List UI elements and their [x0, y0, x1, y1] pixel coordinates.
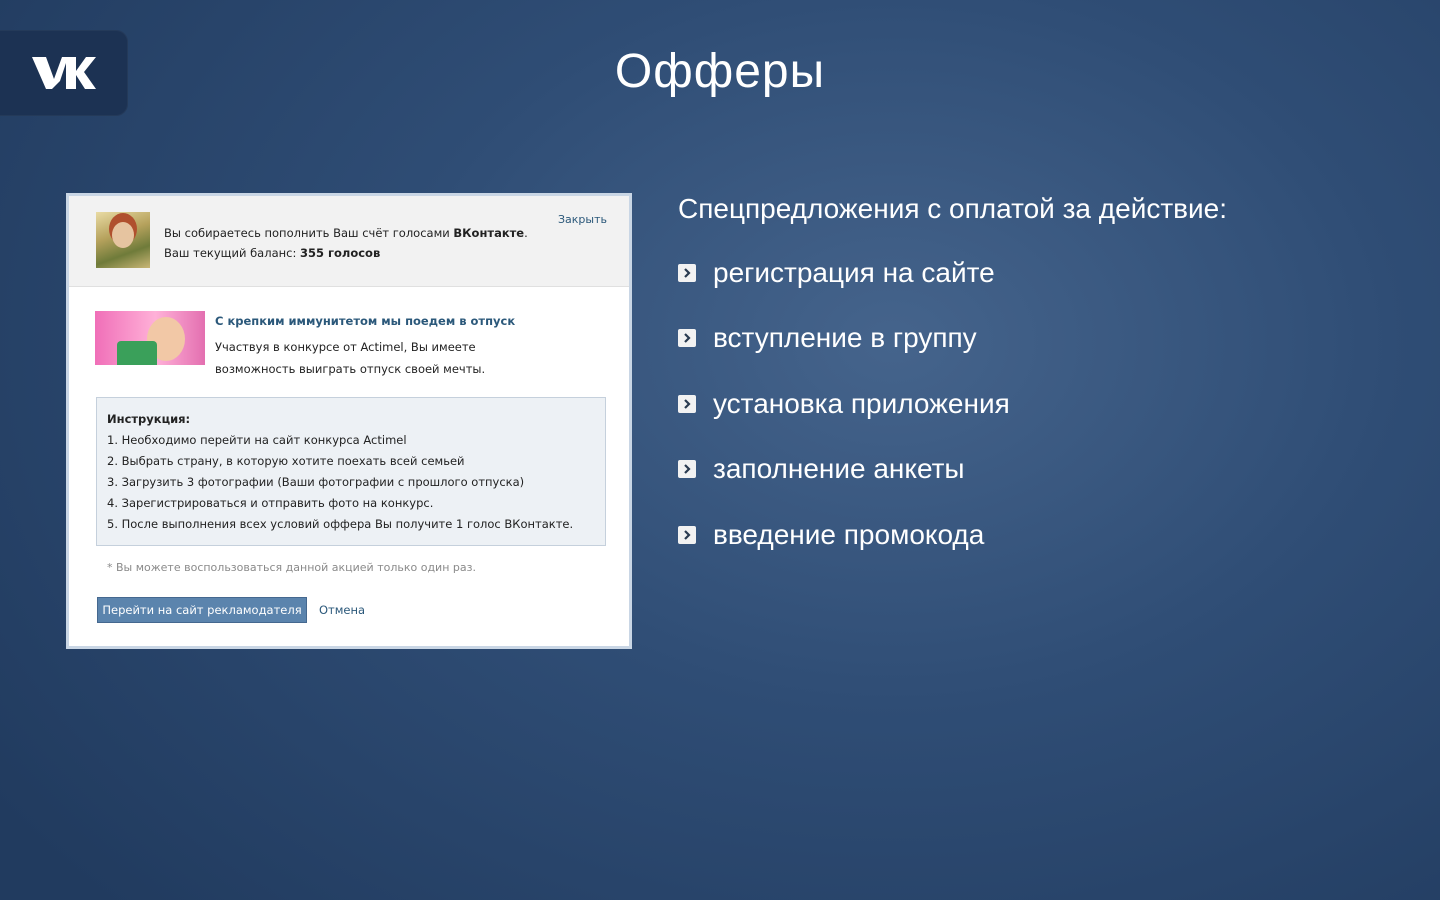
- balance-value: 355 голосов: [299, 246, 381, 260]
- topup-text: Вы собираетесь пополнить Ваш счёт голоса…: [164, 226, 454, 240]
- list-item-label: регистрация на сайте: [713, 256, 995, 288]
- slide-title: Офферы: [614, 45, 826, 98]
- offer-description: Участвуя в конкурсе от Actimel, Вы имеет…: [215, 340, 486, 376]
- instruction-step: 4. Зарегистрироваться и отправить фото н…: [107, 496, 434, 510]
- list-item-label: вступление в группу: [713, 322, 977, 354]
- balance-info: Вы собираетесь пополнить Ваш счёт голоса…: [164, 223, 528, 263]
- balance-label: Ваш текущий баланс:: [164, 246, 300, 260]
- cancel-link[interactable]: Отмена: [319, 603, 365, 617]
- user-avatar: [96, 212, 150, 268]
- list-item: установка приложения: [678, 388, 1010, 454]
- list-heading: Спецпредложения с оплатой за действие:: [678, 193, 1228, 224]
- list-item: вступление в группу: [678, 322, 1010, 389]
- list-item-label: установка приложения: [713, 387, 1010, 419]
- brand-name: ВКонтакте: [453, 226, 525, 240]
- instruction-step: 2. Выбрать страну, в которую хотите поех…: [107, 454, 465, 468]
- chevron-right-icon: [678, 460, 696, 479]
- topup-text-end: .: [524, 226, 528, 240]
- list-item-label: введение промокода: [713, 518, 985, 550]
- instruction-step: 1. Необходимо перейти на сайт конкурса A…: [107, 433, 407, 447]
- dialog-header: Вы собираетесь пополнить Ваш счёт голоса…: [69, 196, 629, 287]
- instructions-box: Инструкция: 1. Необходимо перейти на сай…: [96, 397, 606, 546]
- offer-image: [95, 311, 205, 365]
- instruction-step: 3. Загрузить 3 фотографии (Ваши фотограф…: [107, 475, 525, 489]
- instruction-step: 5. После выполнения всех условий оффера …: [107, 517, 574, 531]
- chevron-right-icon: [678, 394, 696, 413]
- offer-dialog-screenshot: Вы собираетесь пополнить Ваш счёт голоса…: [66, 193, 632, 649]
- instructions-title: Инструкция:: [107, 412, 191, 426]
- chevron-right-icon: [678, 525, 696, 544]
- go-to-advertiser-button[interactable]: Перейти на сайт рекламодателя: [97, 597, 307, 623]
- list-item: заполнение анкеты: [678, 453, 1010, 520]
- close-link[interactable]: Закрыть: [558, 213, 607, 226]
- chevron-right-icon: [678, 329, 696, 348]
- action-list: регистрация на сайте вступление в группу…: [678, 257, 1010, 585]
- one-time-note: * Вы можете воспользоваться данной акцие…: [107, 561, 476, 574]
- offer-title[interactable]: С крепким иммунитетом мы поедем в отпуск: [215, 314, 515, 328]
- list-item: регистрация на сайте: [678, 257, 1010, 323]
- list-item: введение промокода: [678, 519, 1010, 585]
- chevron-right-icon: [678, 263, 696, 282]
- list-item-label: заполнение анкеты: [713, 453, 965, 485]
